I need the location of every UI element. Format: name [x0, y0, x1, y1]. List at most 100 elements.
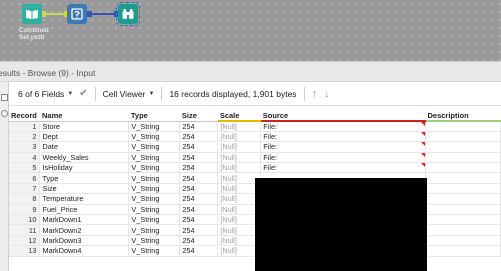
column-header-size[interactable]: Size [179, 111, 218, 122]
table-row[interactable]: 3 Date V_String 254 [Null] File: [9, 141, 501, 153]
name-cell[interactable]: MarkDown2 [39, 224, 130, 236]
type-cell[interactable]: V_String [128, 152, 181, 164]
size-cell[interactable]: 254 [179, 121, 219, 132]
table-row[interactable]: 4 Weekly_Sales V_String 254 [Null] File: [9, 152, 501, 164]
pointer-icon[interactable] [1, 110, 8, 117]
description-cell[interactable] [425, 183, 501, 195]
table-row[interactable]: 1 Store V_String 254 [Null] File: [9, 121, 501, 132]
record-cell[interactable]: 10 [9, 214, 41, 226]
size-cell[interactable]: 254 [179, 172, 219, 184]
size-cell[interactable]: 254 [179, 224, 219, 236]
name-cell[interactable]: IsHoliday [39, 162, 130, 174]
source-cell[interactable]: File: [260, 152, 426, 164]
source-cell[interactable]: File: [260, 131, 426, 143]
size-cell[interactable]: 254 [179, 162, 219, 174]
name-cell[interactable]: Date [39, 141, 130, 153]
type-cell[interactable]: V_String [128, 162, 181, 174]
type-cell[interactable]: V_String [128, 224, 181, 236]
record-cell[interactable]: 4 [9, 152, 41, 164]
browse-tool[interactable] [116, 2, 140, 26]
name-cell[interactable]: MarkDown3 [39, 235, 130, 247]
record-cell[interactable]: 9 [9, 204, 41, 216]
description-cell[interactable] [425, 121, 501, 132]
scale-cell[interactable]: [Null] [217, 152, 262, 164]
name-cell[interactable]: Type [39, 172, 130, 184]
name-cell[interactable]: Fuel_Price [39, 204, 130, 216]
record-cell[interactable]: 7 [9, 183, 41, 195]
name-cell[interactable]: MarkDown1 [39, 214, 130, 226]
record-cell[interactable]: 2 [9, 131, 41, 143]
size-cell[interactable]: 254 [179, 141, 219, 153]
type-cell[interactable]: V_String [128, 193, 181, 205]
arrow-down-icon[interactable]: ↓ [324, 88, 330, 100]
record-cell[interactable]: 13 [9, 245, 41, 257]
source-cell[interactable]: File: [260, 121, 426, 132]
description-cell[interactable] [425, 131, 501, 143]
description-cell[interactable] [425, 245, 501, 257]
description-cell[interactable] [425, 162, 501, 174]
type-cell[interactable]: V_String [128, 121, 181, 132]
select-tool[interactable] [67, 4, 87, 24]
type-cell[interactable]: V_String [128, 183, 181, 195]
description-cell[interactable] [425, 204, 501, 216]
name-cell[interactable]: MarkDown4 [39, 245, 130, 257]
table-row[interactable]: 2 Dept V_String 254 [Null] File: [9, 131, 501, 143]
record-cell[interactable]: 8 [9, 193, 41, 205]
description-cell[interactable] [425, 214, 501, 226]
table-row[interactable]: 5 IsHoliday V_String 254 [Null] File: [9, 162, 501, 174]
scale-cell[interactable]: [Null] [217, 131, 262, 143]
checkmark-icon[interactable]: ✔ [79, 88, 87, 99]
fields-dropdown[interactable]: 6 of 6 Fields ▼ [18, 89, 73, 99]
type-cell[interactable]: V_String [128, 141, 181, 153]
size-cell[interactable]: 254 [179, 214, 219, 226]
size-cell[interactable]: 254 [179, 131, 219, 143]
description-cell[interactable] [425, 235, 501, 247]
scale-cell[interactable]: [Null] [217, 121, 262, 132]
source-cell[interactable]: File: [260, 162, 426, 174]
column-header-description[interactable]: Description [425, 111, 501, 122]
description-cell[interactable] [425, 152, 501, 164]
name-cell[interactable]: Dept [39, 131, 130, 143]
input-data-tool[interactable] [22, 4, 42, 24]
column-header-scale[interactable]: Scale [217, 111, 261, 122]
record-cell[interactable]: 1 [9, 121, 41, 132]
column-header-label: Record [11, 111, 37, 121]
size-cell[interactable]: 254 [179, 152, 219, 164]
size-cell[interactable]: 254 [179, 204, 219, 216]
scale-cell[interactable]: [Null] [217, 141, 262, 153]
record-cell[interactable]: 12 [9, 235, 41, 247]
output-anchor[interactable] [87, 11, 92, 17]
record-cell[interactable]: 11 [9, 224, 41, 236]
name-cell[interactable]: Size [39, 183, 130, 195]
name-cell[interactable]: Temperature [39, 193, 130, 205]
type-cell[interactable]: V_String [128, 131, 181, 143]
column-header-type[interactable]: Type [128, 111, 180, 122]
grid-view-icon[interactable] [1, 94, 8, 101]
size-cell[interactable]: 254 [179, 193, 219, 205]
column-header-source[interactable]: Source [260, 111, 426, 122]
type-cell[interactable]: V_String [128, 204, 181, 216]
type-cell[interactable]: V_String [128, 214, 181, 226]
arrow-up-icon[interactable]: ↑ [312, 88, 318, 100]
type-cell[interactable]: V_String [128, 245, 181, 257]
record-cell[interactable]: 6 [9, 172, 41, 184]
column-header-name[interactable]: Name [39, 111, 129, 122]
workflow-canvas[interactable]: Combined Set.yxdb [0, 0, 501, 61]
type-cell[interactable]: V_String [128, 172, 181, 184]
scale-cell[interactable]: [Null] [217, 162, 262, 174]
description-cell[interactable] [425, 224, 501, 236]
size-cell[interactable]: 254 [179, 235, 219, 247]
column-header-record[interactable]: Record [9, 111, 40, 122]
name-cell[interactable]: Store [39, 121, 130, 132]
cell-viewer-dropdown[interactable]: Cell Viewer ▼ [103, 89, 155, 99]
description-cell[interactable] [425, 193, 501, 205]
description-cell[interactable] [425, 172, 501, 184]
type-cell[interactable]: V_String [128, 235, 181, 247]
name-cell[interactable]: Weekly_Sales [39, 152, 130, 164]
record-cell[interactable]: 5 [9, 162, 41, 174]
description-cell[interactable] [425, 141, 501, 153]
size-cell[interactable]: 254 [179, 245, 219, 257]
size-cell[interactable]: 254 [179, 183, 219, 195]
record-cell[interactable]: 3 [9, 141, 41, 153]
source-cell[interactable]: File: [260, 141, 426, 153]
